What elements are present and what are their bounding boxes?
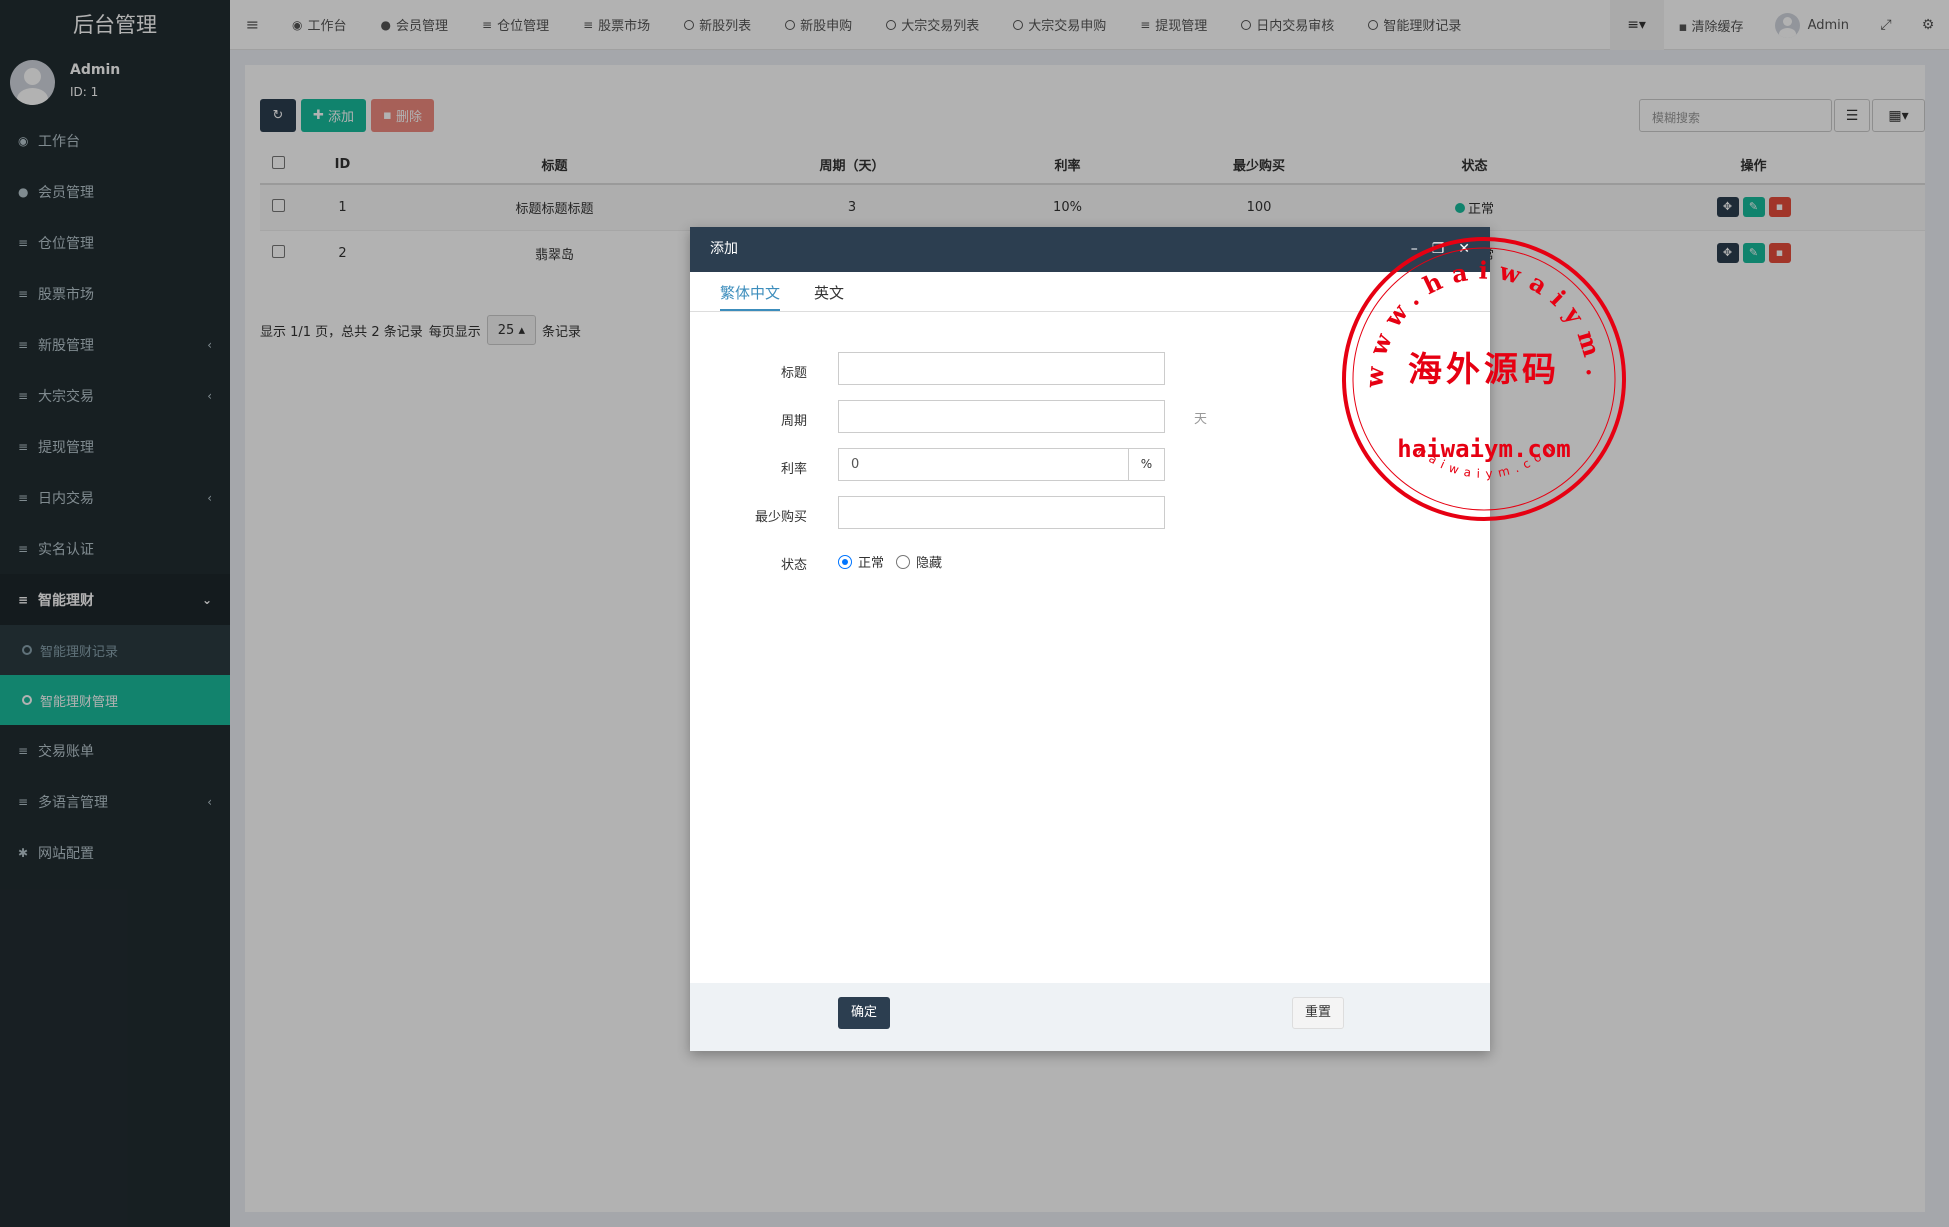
reset-button[interactable]: 重置: [1292, 997, 1344, 1029]
status-radio-group: 正常 隐藏: [838, 552, 942, 571]
watermark-stamp: www.haiwaiym.com 海外源码 haiwaiym.com haiwa…: [1340, 235, 1626, 521]
status-label: 状态: [780, 558, 807, 573]
period-label: 周期: [780, 414, 807, 429]
status-normal-radio[interactable]: [838, 554, 852, 569]
rate-input[interactable]: 0: [838, 448, 1129, 481]
rate-addon: %: [1128, 448, 1165, 481]
rate-label: 利率: [780, 462, 807, 477]
title-label: 标题: [780, 366, 807, 381]
status-normal-label[interactable]: 正常: [858, 552, 884, 571]
period-suffix: 天: [1194, 412, 1208, 427]
confirm-button[interactable]: 确定: [838, 997, 890, 1029]
status-hidden-radio[interactable]: [896, 554, 911, 569]
stamp-main-text: 海外源码: [1408, 350, 1560, 390]
status-hidden-label[interactable]: 隐藏: [916, 552, 942, 571]
dialog-footer: 确定 重置: [690, 983, 1490, 1051]
min-purchase-input[interactable]: [838, 496, 1165, 529]
dialog-title: 添加: [710, 241, 738, 257]
title-input[interactable]: [838, 352, 1165, 385]
tab-english[interactable]: 英文: [814, 272, 844, 311]
form-row-status: 状态 正常 隐藏: [690, 544, 1490, 592]
min-label: 最少购买: [754, 510, 807, 525]
period-input[interactable]: [838, 400, 1165, 433]
tab-traditional-chinese[interactable]: 繁体中文: [720, 272, 781, 311]
